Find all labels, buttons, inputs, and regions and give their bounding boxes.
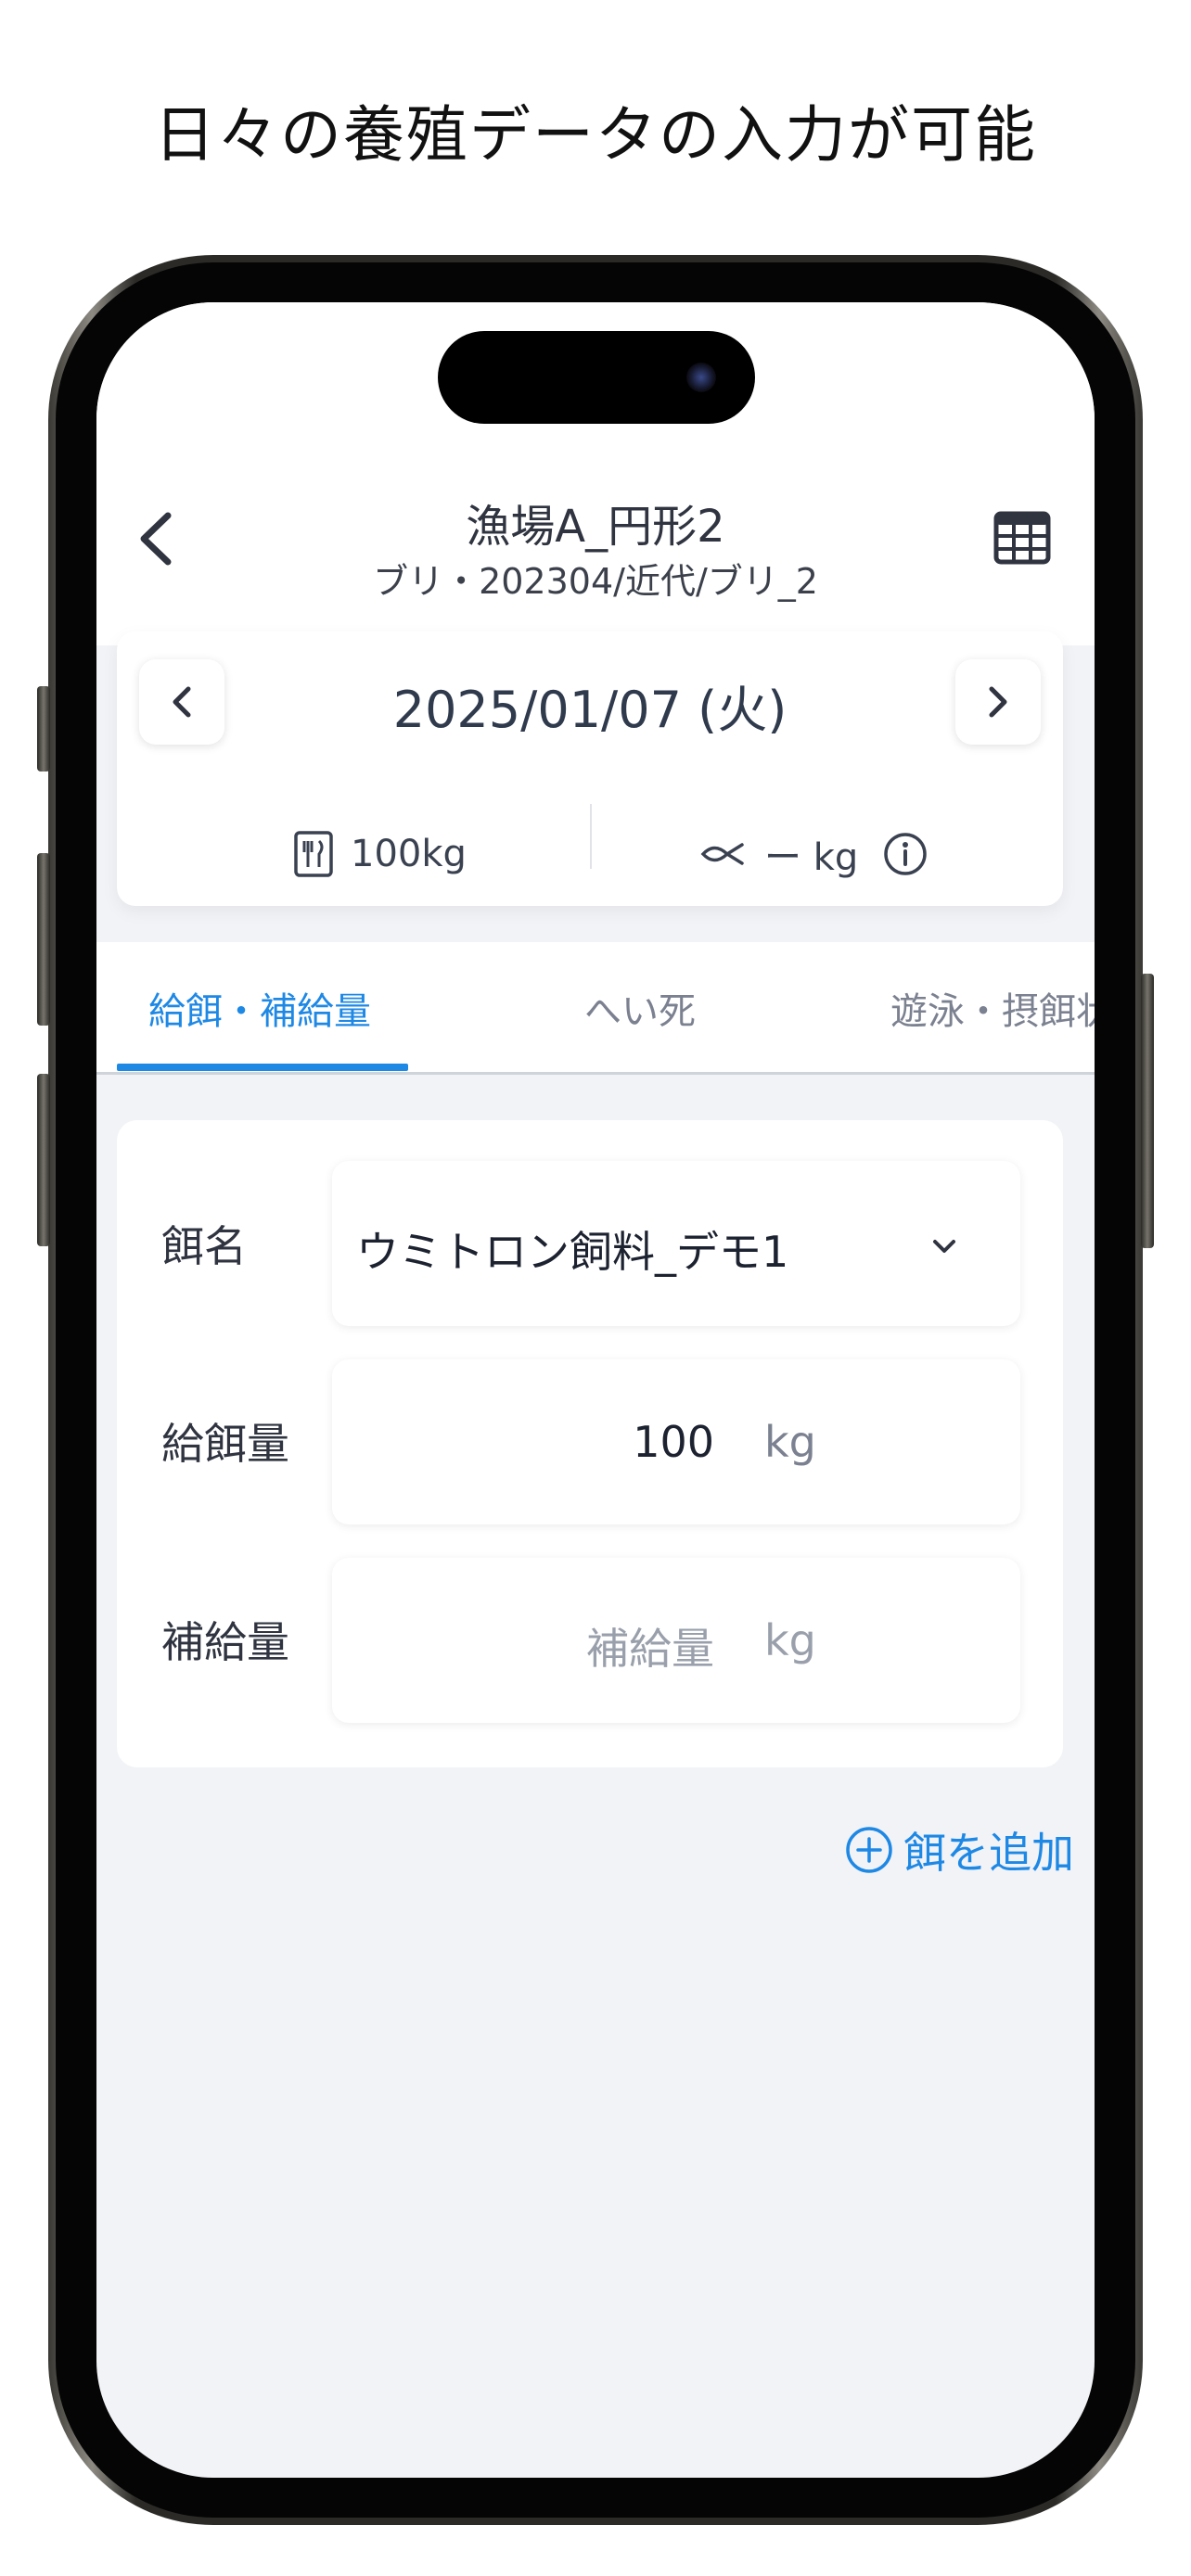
tab-mortality[interactable]: へい死: [584, 981, 696, 1035]
supply-unit: kg: [764, 1615, 816, 1665]
date-summary-card: 2025/01/07 (火) 100kg ー kg: [117, 631, 1063, 906]
chevron-right-icon: [989, 686, 1007, 718]
info-icon[interactable]: [882, 831, 928, 877]
supply-label: 補給量: [161, 1617, 289, 1667]
feed-name-value: ウミトロン飼料_デモ1: [356, 1227, 789, 1277]
feed-name-label: 餌名: [161, 1221, 247, 1271]
fish-icon: [700, 843, 744, 865]
tab-feeding[interactable]: 給餌・補給量: [148, 981, 371, 1035]
feed-bag-icon: [294, 831, 333, 877]
feed-entry-card: 餌名 ウミトロン飼料_デモ1 給餌量 100 kg 補給量 補給量 kg: [117, 1120, 1063, 1767]
supply-placeholder: 補給量: [586, 1624, 714, 1674]
page-subtitle: ブリ・202304/近代/ブリ_2: [373, 561, 818, 602]
chevron-down-icon: [933, 1240, 955, 1253]
camera-lens: [686, 363, 716, 392]
volume-up-button: [37, 853, 50, 1026]
feed-amount-value: 100: [633, 1417, 714, 1467]
table-grid-icon: [993, 511, 1051, 565]
fish-weight-stat: ー kg: [699, 826, 928, 882]
feed-amount-input[interactable]: 100 kg: [332, 1359, 1020, 1524]
app-screen: 漁場A_円形2 ブリ・202304/近代/ブリ_2 2025/01/07 (火): [96, 302, 1095, 2478]
selected-date[interactable]: 2025/01/07 (火): [117, 669, 1063, 742]
tab-swimming[interactable]: 遊泳・摂餌状: [890, 981, 1095, 1035]
power-button: [1141, 974, 1154, 1248]
next-day-button[interactable]: [955, 659, 1041, 745]
volume-down-button: [37, 1074, 50, 1246]
add-feed-label: 餌を追加: [903, 1828, 1074, 1878]
tab-bar: 給餌・補給量 へい死 遊泳・摂餌状: [96, 942, 1095, 1075]
fish-weight-value: ー kg: [764, 836, 859, 879]
feed-total-stat: 100kg: [293, 826, 467, 882]
feed-amount-label: 給餌量: [161, 1419, 289, 1469]
add-feed-button[interactable]: 餌を追加: [844, 1817, 1074, 1882]
supply-input[interactable]: 補給量 kg: [332, 1558, 1020, 1723]
table-view-button[interactable]: [992, 508, 1052, 567]
active-tab-indicator: [117, 1064, 408, 1071]
feed-total-value: 100kg: [351, 833, 467, 875]
plus-circle-icon: [846, 1827, 892, 1873]
action-button: [37, 686, 50, 772]
feed-name-select[interactable]: ウミトロン飼料_デモ1: [332, 1161, 1020, 1326]
feed-amount-unit: kg: [764, 1417, 816, 1467]
stat-divider: [590, 804, 592, 869]
promo-headline: 日々の養殖データの入力が可能: [154, 99, 1037, 171]
page-title: 漁場A_円形2: [466, 501, 725, 553]
